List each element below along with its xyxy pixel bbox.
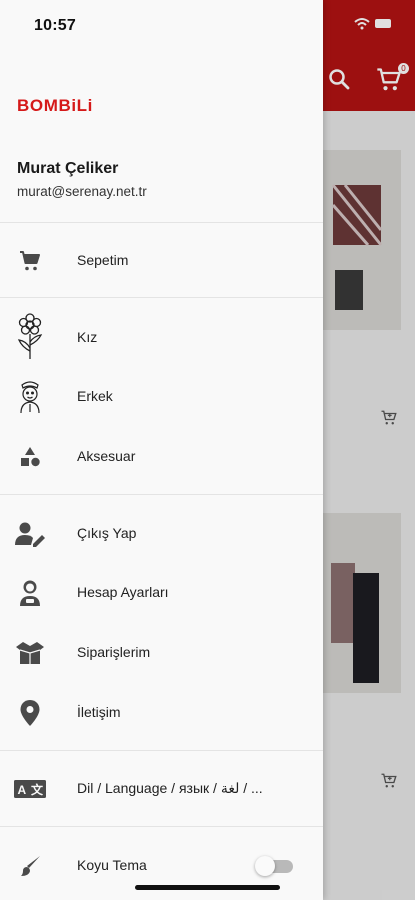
shapes-icon [14, 443, 46, 471]
location-pin-icon [14, 699, 46, 727]
menu-item-label: Dil / Language / язык / لغة / ... [77, 780, 263, 796]
menu-item-kiz[interactable]: Kız [0, 310, 323, 366]
menu-item-contact[interactable]: İletişim [0, 685, 323, 741]
menu-item-label: Erkek [77, 388, 113, 404]
menu-item-label: Aksesuar [77, 448, 136, 464]
divider [0, 826, 323, 827]
navigation-drawer: 10:57 BOMBiLi Murat Çeliker murat@serena… [0, 0, 323, 900]
svg-text:文: 文 [31, 782, 44, 797]
svg-text:A: A [18, 783, 27, 797]
boy-icon [14, 377, 46, 417]
user-settings-icon [14, 579, 46, 607]
menu-item-erkek[interactable]: Erkek [0, 369, 323, 425]
divider [0, 750, 323, 751]
menu-item-logout[interactable]: Çıkış Yap [0, 506, 323, 562]
divider [0, 222, 323, 223]
menu-item-account-settings[interactable]: Hesap Ayarları [0, 565, 323, 621]
menu-item-aksesuar[interactable]: Aksesuar [0, 429, 323, 485]
menu-item-label: Kız [77, 329, 98, 345]
toggle-knob [255, 856, 275, 876]
menu-item-label: Siparişlerim [77, 644, 151, 660]
status-time: 10:57 [34, 17, 76, 34]
menu-item-label: Sepetim [77, 252, 129, 268]
user-edit-icon [14, 520, 46, 548]
user-name: Murat Çeliker [17, 160, 119, 177]
menu-item-label: Koyu Tema [77, 857, 147, 873]
menu-item-label: Hesap Ayarları [77, 584, 169, 600]
divider [0, 494, 323, 495]
menu-item-cart[interactable]: Sepetim [0, 233, 323, 289]
translate-icon: A 文 [14, 775, 46, 803]
dark-theme-toggle[interactable] [255, 854, 293, 876]
divider [0, 297, 323, 298]
cart-icon [14, 247, 46, 275]
brand-logo: BOMBiLi [17, 96, 93, 115]
flower-girl-icon [14, 312, 46, 362]
menu-item-label: İletişim [77, 704, 121, 720]
menu-item-orders[interactable]: Siparişlerim [0, 625, 323, 681]
menu-item-language[interactable]: A 文 Dil / Language / язык / لغة / ... [0, 761, 323, 817]
menu-item-label: Çıkış Yap [77, 525, 137, 541]
box-icon [14, 639, 46, 667]
brush-icon [14, 852, 46, 880]
home-indicator [135, 885, 280, 890]
user-email: murat@serenay.net.tr [17, 184, 147, 199]
